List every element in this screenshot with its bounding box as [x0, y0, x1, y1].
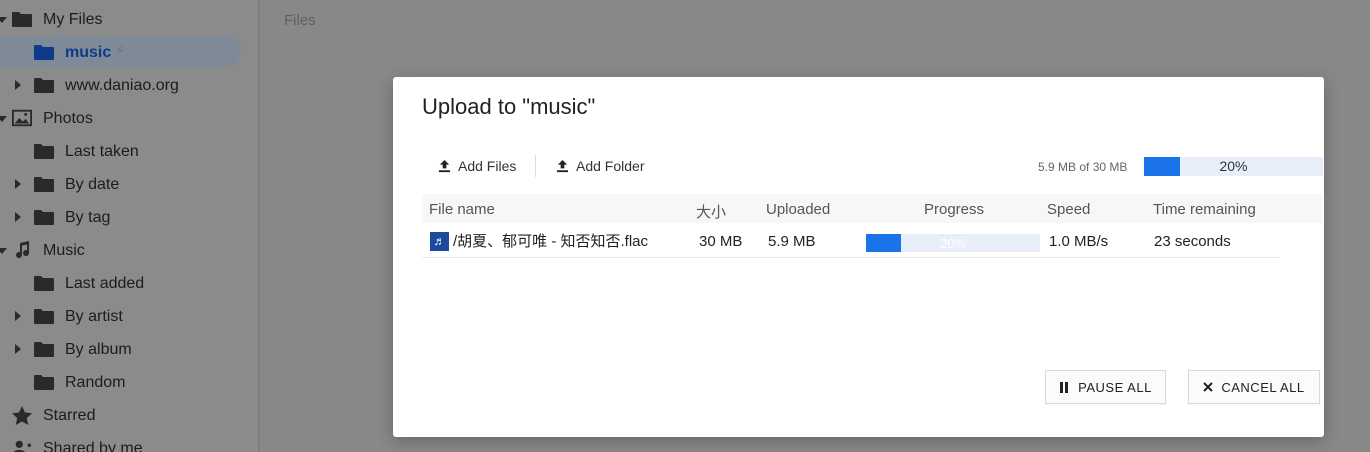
- add-files-button[interactable]: Add Files: [438, 155, 516, 177]
- sidebar-item-label: By album: [65, 341, 132, 358]
- folder-icon: [34, 208, 54, 226]
- caret-right-icon[interactable]: [15, 179, 21, 189]
- sidebar-item-last-added[interactable]: Last added: [0, 267, 258, 300]
- sidebar-item-label: music: [65, 44, 112, 61]
- sidebar-item-label: Last taken: [65, 143, 139, 160]
- sidebar-item-label: By date: [65, 176, 120, 193]
- pause-all-label: PAUSE ALL: [1078, 379, 1152, 395]
- sidebar: My Files music ⚡ www.daniao.org Photos Last t…: [0, 0, 260, 452]
- app-window: My Files music ⚡ www.daniao.org Photos Last t…: [0, 0, 1370, 452]
- sidebar-item-by-artist[interactable]: By artist: [0, 300, 258, 333]
- cancel-all-button[interactable]: CANCEL ALL: [1188, 370, 1320, 404]
- caret-down-icon[interactable]: [0, 248, 7, 254]
- column-header-remaining: Time remaining: [1153, 201, 1256, 218]
- sidebar-item-label: Shared by me: [43, 440, 143, 452]
- column-header-progress: Progress: [924, 201, 985, 218]
- sidebar-item-starred[interactable]: Starred: [0, 399, 258, 432]
- add-folder-button[interactable]: Add Folder: [556, 155, 644, 177]
- upload-dialog: Upload to "music" Add Files Add Folder 5…: [393, 77, 1324, 437]
- file-uploaded: 5.9 MB: [768, 233, 816, 250]
- caret-down-icon[interactable]: [0, 17, 7, 23]
- total-progress-bar: 20%: [1144, 157, 1323, 176]
- sidebar-item-www-daniao-org[interactable]: www.daniao.org: [0, 69, 258, 102]
- caret-down-icon[interactable]: [0, 116, 7, 122]
- page-title: Files: [284, 12, 316, 29]
- file-speed: 1.0 MB/s: [1049, 233, 1109, 250]
- folder-icon: [34, 340, 54, 358]
- upload-table-header: File name 大小 Uploaded Progress Speed Tim…: [422, 194, 1322, 223]
- pause-icon: [1059, 381, 1070, 393]
- sidebar-item-label: My Files: [43, 11, 103, 28]
- sidebar-item-label: Photos: [43, 110, 93, 127]
- upload-icon: [556, 159, 569, 172]
- column-header-uploaded: Uploaded: [766, 201, 831, 218]
- dialog-title: Upload to "music": [422, 94, 596, 119]
- caret-right-icon[interactable]: [15, 311, 21, 321]
- music-note-icon: [12, 241, 32, 259]
- folder-icon: [34, 373, 54, 391]
- close-icon: [1203, 382, 1214, 392]
- folder-icon: [12, 10, 32, 28]
- image-icon: [12, 109, 32, 127]
- folder-icon: [34, 175, 54, 193]
- total-size-text: 5.9 MB of 30 MB: [1038, 160, 1128, 174]
- table-row: ♬ /胡夏、郁可唯 - 知否知否.flac 30 MB 5.9 MB 20% 1…: [422, 223, 1280, 258]
- sidebar-item-label: Music: [43, 242, 85, 259]
- share-person-icon: [12, 439, 32, 452]
- audio-file-icon: ♬: [430, 232, 449, 251]
- sidebar-item-music[interactable]: music ⚡: [0, 36, 258, 69]
- file-progress-bar: 20%: [866, 234, 1040, 252]
- sidebar-item-by-tag[interactable]: By tag: [0, 201, 258, 234]
- total-progress-percent: 20%: [1219, 158, 1248, 174]
- sidebar-item-shared-by-me[interactable]: Shared by me: [0, 432, 258, 452]
- bolt-icon: ⚡: [115, 43, 125, 58]
- folder-icon: [34, 76, 54, 94]
- sidebar-item-label: Last added: [65, 275, 145, 292]
- sidebar-item-label: By artist: [65, 308, 123, 325]
- sidebar-item-music[interactable]: Music: [0, 234, 258, 267]
- cancel-all-label: CANCEL ALL: [1221, 379, 1305, 395]
- file-progress-percent: 20%: [939, 236, 967, 251]
- folder-icon: [34, 274, 54, 292]
- sidebar-item-by-album[interactable]: By album: [0, 333, 258, 366]
- sidebar-item-photos[interactable]: Photos: [0, 102, 258, 135]
- sidebar-item-by-date[interactable]: By date: [0, 168, 258, 201]
- pause-all-button[interactable]: PAUSE ALL: [1045, 370, 1166, 404]
- sidebar-item-last-taken[interactable]: Last taken: [0, 135, 258, 168]
- add-files-label: Add Files: [458, 158, 517, 174]
- caret-right-icon[interactable]: [15, 344, 21, 354]
- sidebar-item-label: Starred: [43, 407, 96, 424]
- column-header-name: File name: [429, 201, 495, 218]
- column-header-size: 大小: [696, 204, 727, 221]
- column-header-speed: Speed: [1047, 201, 1091, 218]
- sidebar-item-label: By tag: [65, 209, 111, 226]
- add-folder-label: Add Folder: [576, 158, 645, 174]
- file-time-remaining: 23 seconds: [1154, 233, 1231, 250]
- star-icon: [12, 405, 32, 425]
- folder-icon: [34, 142, 54, 160]
- sidebar-item-my-files[interactable]: My Files: [0, 3, 258, 36]
- folder-icon: [34, 307, 54, 325]
- sidebar-item-label: www.daniao.org: [65, 77, 179, 94]
- sidebar-item-label: Random: [65, 374, 126, 391]
- upload-icon: [438, 159, 451, 172]
- caret-right-icon[interactable]: [15, 80, 21, 90]
- folder-icon: [34, 43, 54, 61]
- file-name: /胡夏、郁可唯 - 知否知否.flac: [453, 233, 649, 250]
- toolbar-divider: [535, 155, 536, 177]
- caret-right-icon[interactable]: [15, 212, 21, 222]
- file-size: 30 MB: [699, 233, 743, 250]
- sidebar-item-random[interactable]: Random: [0, 366, 258, 399]
